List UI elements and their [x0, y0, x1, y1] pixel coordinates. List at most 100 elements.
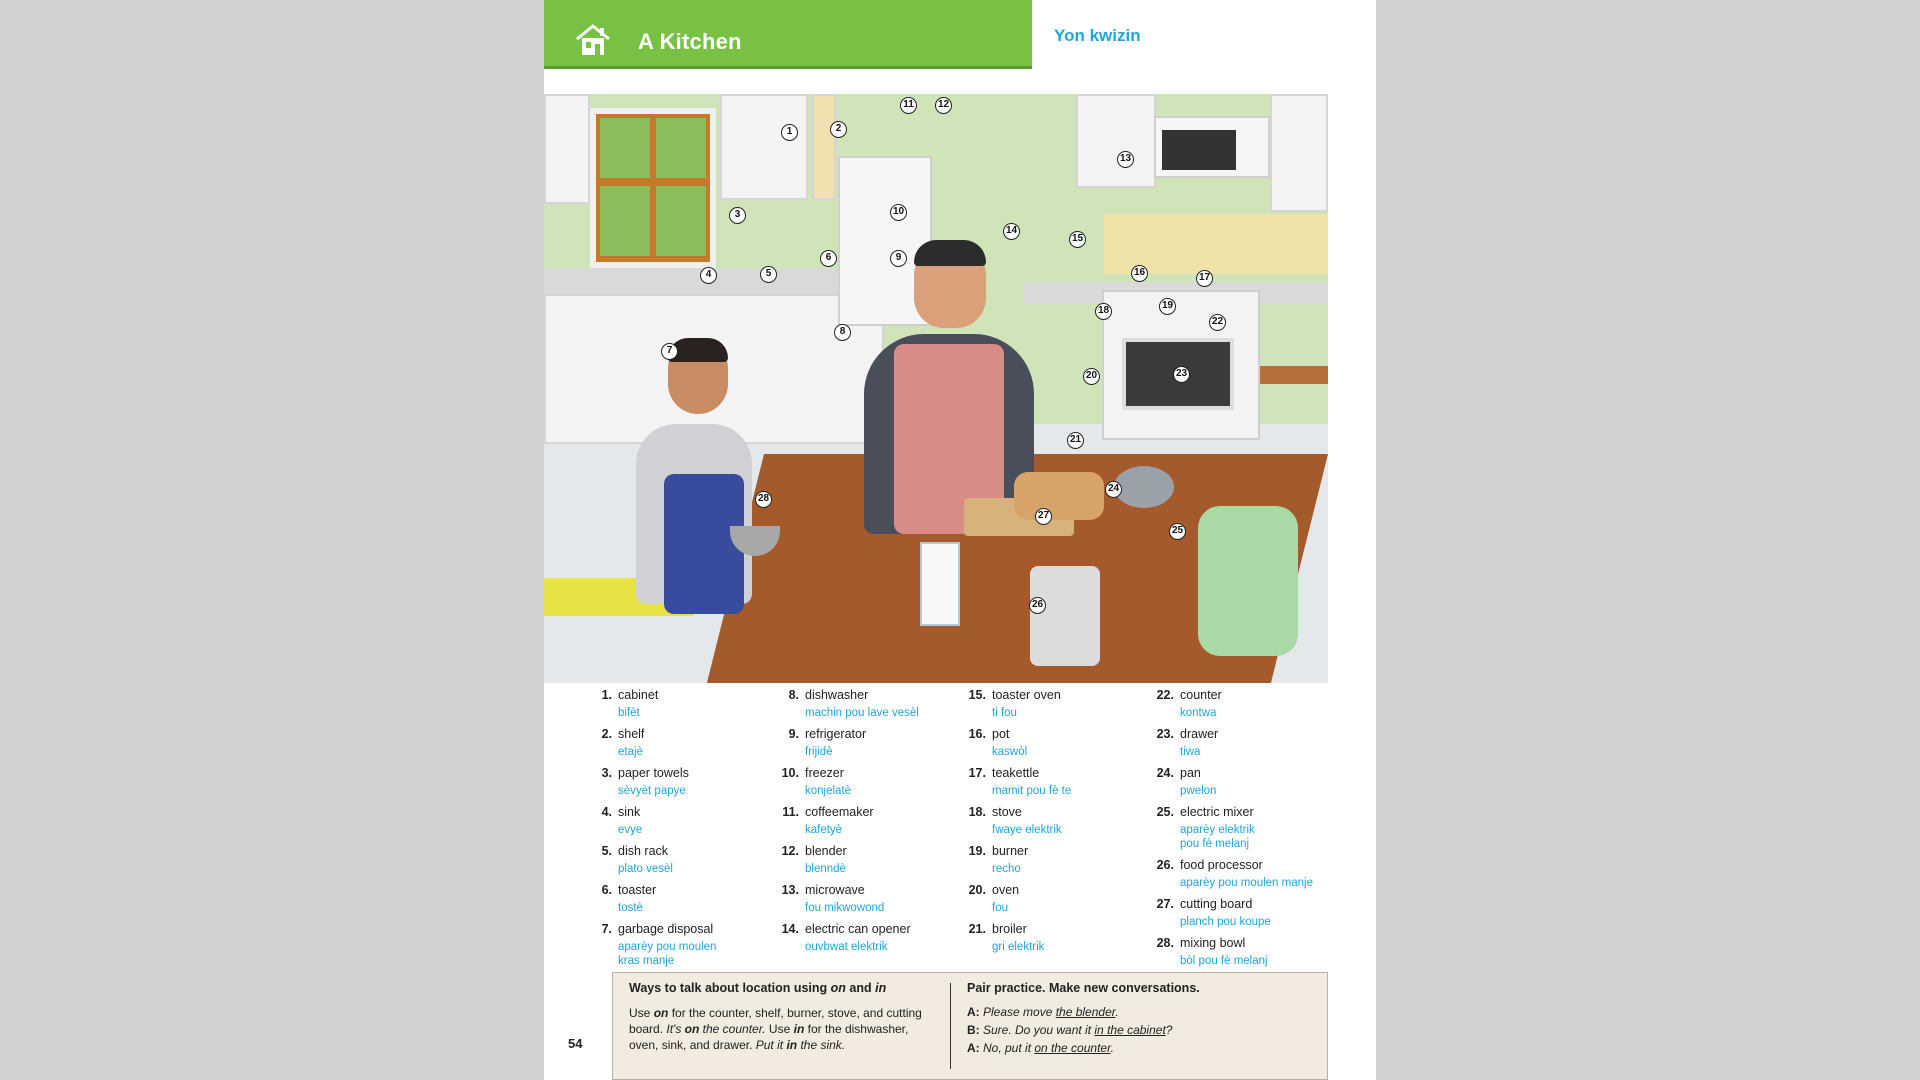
vocab-translation: aparèy pou moulen manje [1180, 877, 1313, 889]
vocab-translation: fou [992, 902, 1008, 914]
vocab-word: shelf [618, 727, 645, 741]
vocab-number: 23. [1156, 727, 1174, 741]
illustration-pan [1114, 466, 1174, 508]
callout-marker: 15 [1069, 231, 1086, 248]
callout-marker: 10 [890, 204, 907, 221]
vocab-word: broiler [992, 922, 1027, 936]
callout-marker: 25 [1169, 523, 1186, 540]
vocab-translation: konjelatè [805, 785, 852, 797]
vocab-word: teakettle [992, 766, 1040, 780]
callout-marker: 17 [1196, 270, 1213, 287]
vocab-number: 17. [968, 766, 986, 780]
vocab-translation: gri elektrik [992, 941, 1045, 953]
vocab-translation: kontwa [1180, 707, 1217, 719]
tip-body: Use on for the counter, shelf, burner, s… [629, 1006, 922, 1052]
illustration-cabinet [544, 94, 590, 204]
vocab-number: 19. [968, 844, 986, 858]
vocab-number: 26. [1156, 858, 1174, 872]
page-number: 54 [568, 1036, 583, 1051]
vocab-number: 2. [601, 727, 612, 741]
tip-box: Ways to talk about location using on and… [612, 972, 1328, 1080]
vocab-word: sink [618, 805, 641, 819]
illustration-microwave-door [1162, 130, 1236, 170]
vocab-word: drawer [1180, 727, 1219, 741]
callout-marker: 11 [900, 97, 917, 114]
vocab-word: stove [992, 805, 1022, 819]
vocab-translation: aparèy pou moulen kras manje [618, 941, 717, 967]
callout-marker: 23 [1173, 366, 1190, 383]
vocab-translation: fwaye elektrik [992, 824, 1062, 836]
illustration-shelf [812, 94, 836, 200]
textbook-page: A Kitchen Yon kwizin 1 2 3 4 5 6 7 8 9 1… [544, 0, 1376, 1080]
vocab-word: counter [1180, 688, 1222, 702]
vocab-number: 8. [788, 688, 799, 702]
vocab-translation: mamit pou fè te [992, 785, 1072, 797]
vocab-word: dishwasher [805, 688, 869, 702]
vocab-translation: tostè [618, 902, 643, 914]
vocab-word: garbage disposal [618, 922, 714, 936]
vocab-translation: ti fou [992, 707, 1017, 719]
illustration-boy-apron [664, 474, 744, 614]
callout-marker: 3 [729, 207, 746, 224]
callout-marker: 6 [820, 250, 837, 267]
callout-marker: 7 [661, 343, 678, 360]
callout-marker: 26 [1029, 597, 1046, 614]
vocab-number: 27. [1156, 897, 1174, 911]
vocab-number: 16. [968, 727, 986, 741]
callout-marker: 13 [1117, 151, 1134, 168]
callout-marker: 27 [1035, 508, 1052, 525]
pair-line-b: B: Sure. Do you want it in the cabinet? [967, 1023, 1173, 1037]
vocab-translation: blenndè [805, 863, 846, 875]
vocab-column-1: 1. cabinet bifèt 2. shelf etajè 3. paper towe… [590, 688, 770, 975]
vocab-number: 4. [601, 805, 612, 819]
vocab-number: 10. [781, 766, 799, 780]
vocab-word: paper towels [618, 766, 689, 780]
vocab-number: 9. [788, 727, 799, 741]
house-icon [576, 24, 610, 55]
illustration-cabinet [1076, 94, 1156, 188]
vocab-translation: pwelon [1180, 785, 1217, 797]
vocab-word: coffeemaker [805, 805, 874, 819]
vocab-number: 6. [601, 883, 612, 897]
callout-marker: 8 [834, 324, 851, 341]
callout-marker: 19 [1159, 298, 1176, 315]
vocab-number: 22. [1156, 688, 1174, 702]
illustration-food-processor [1030, 566, 1100, 666]
pair-practice-title: Pair practice. Make new conversations. [967, 981, 1200, 995]
kitchen-illustration [544, 94, 1328, 683]
vocab-number: 14. [781, 922, 799, 936]
vocab-column-4: 22. counter kontwa 23. drawer tiwa 24. pan pwe… [1152, 688, 1332, 975]
vocab-word: food processor [1180, 858, 1263, 872]
vocab-column-3: 15. toaster oven ti fou 16. pot kaswòl 17. te… [964, 688, 1144, 961]
vocab-translation: fou mikwowond [805, 902, 885, 914]
vocab-translation: tiwa [1180, 746, 1201, 758]
illustration-bread [1014, 472, 1104, 520]
callout-marker: 2 [830, 121, 847, 138]
callout-marker: 21 [1067, 432, 1084, 449]
vocab-translation: recho [992, 863, 1021, 875]
callout-marker: 20 [1083, 368, 1100, 385]
callout-marker: 14 [1003, 223, 1020, 240]
page-title: A Kitchen [638, 29, 742, 54]
vocab-word: electric can opener [805, 922, 911, 936]
vocab-number: 5. [601, 844, 612, 858]
illustration-cabinet [1270, 94, 1328, 212]
callout-marker: 4 [700, 267, 717, 284]
illustration-cabinet [720, 94, 808, 200]
callout-marker: 9 [890, 250, 907, 267]
vocab-word: toaster oven [992, 688, 1061, 702]
vocab-word: cutting board [1180, 897, 1253, 911]
vocab-translation: ouvbwat elektrik [805, 941, 888, 953]
vocab-number: 3. [601, 766, 612, 780]
vocab-translation: aparèy elektrik pou fè melanj [1180, 824, 1255, 850]
vocab-number: 11. [782, 805, 799, 819]
vocab-number: 13. [781, 883, 799, 897]
vocab-word: mixing bowl [1180, 936, 1246, 950]
vocab-number: 1. [601, 688, 612, 702]
callout-marker: 24 [1105, 481, 1122, 498]
tip-divider [950, 983, 951, 1069]
vocab-number: 15. [968, 688, 986, 702]
pair-line-a1: A: Please move the blender. [967, 1005, 1119, 1019]
vocab-number: 25. [1156, 805, 1174, 819]
vocab-translation: frijidè [805, 746, 833, 758]
